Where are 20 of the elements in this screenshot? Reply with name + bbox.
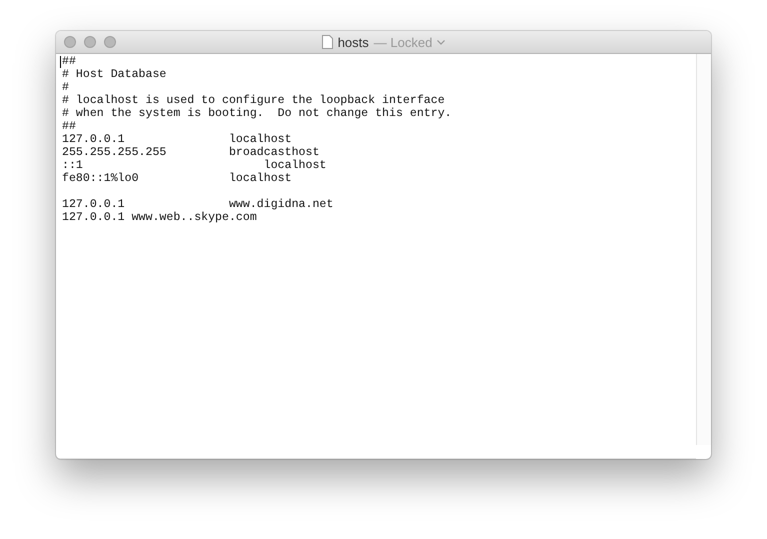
close-button[interactable] [64, 36, 76, 48]
text-line: ## [62, 55, 76, 68]
text-line: # when the system is booting. Do not change this entry. [62, 107, 452, 120]
text-line: ## [62, 120, 76, 133]
text-line: 127.0.0.1 www.digidna.net [62, 198, 334, 211]
minimize-button[interactable] [84, 36, 96, 48]
lock-status[interactable]: — Locked [374, 34, 432, 50]
chevron-icon[interactable] [437, 40, 446, 44]
text-line: 255.255.255.255 broadcasthost [62, 146, 320, 159]
text-cursor [60, 56, 61, 68]
text-line: # Host Database [62, 68, 166, 81]
text-line: 127.0.0.1 www.web..skype.com [62, 211, 257, 224]
text-line: 127.0.0.1 localhost [62, 133, 292, 146]
document-icon [322, 35, 333, 49]
text-line: fe80::1%lo0 localhost [62, 172, 292, 185]
window-title: hosts [338, 34, 369, 50]
text-line: # localhost is used to configure the loopback interface [62, 94, 445, 107]
text-line: ::1 localhost [62, 159, 326, 172]
zoom-button[interactable] [104, 36, 116, 48]
text-line: # [62, 81, 69, 94]
